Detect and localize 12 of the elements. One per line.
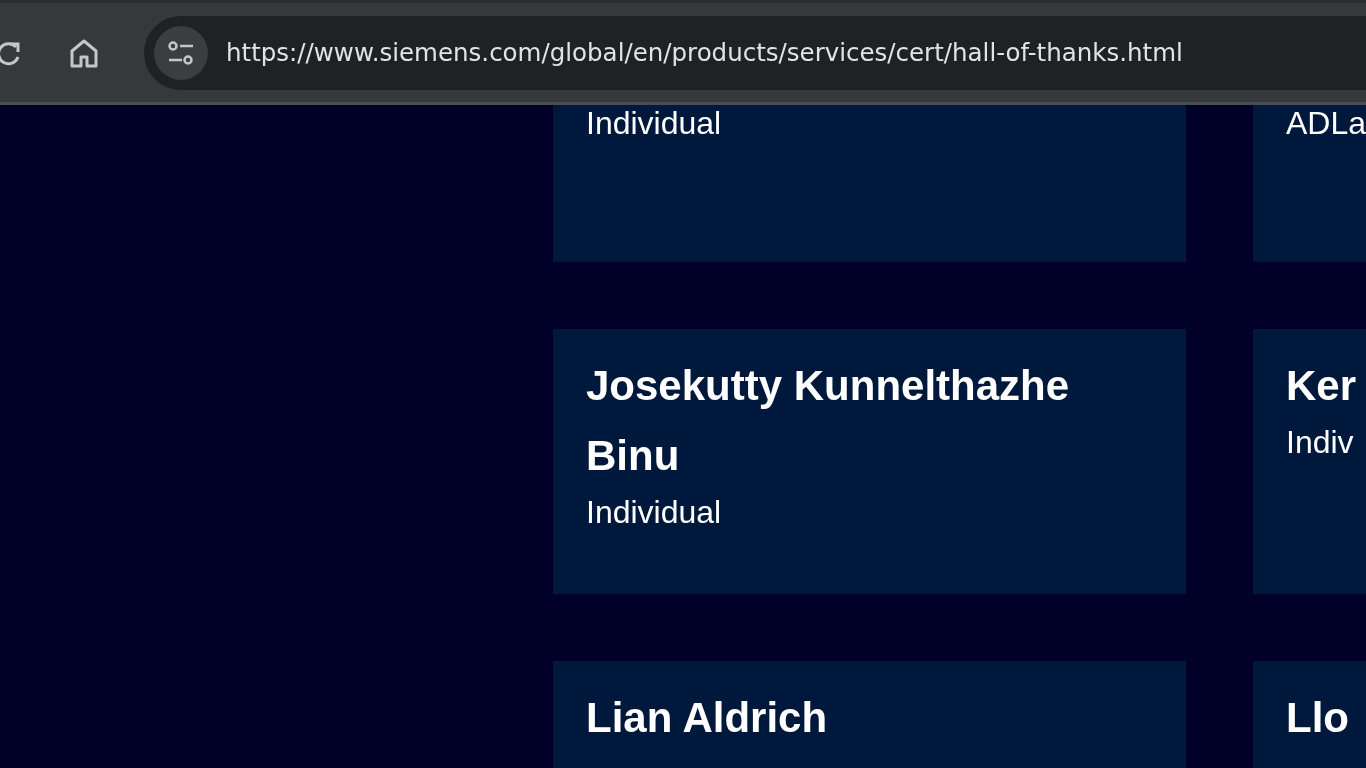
contributor-type: Individual [586,493,723,532]
site-info-button[interactable] [154,25,208,80]
person-name: Josekutty Kunnelthazhe Binu [586,361,1071,481]
address-bar[interactable]: https://www.siemens.com/global/en/products/services/cert/hall-of-thanks.html [144,15,1366,90]
contributor-type: Indiv [1286,423,1355,462]
person-name: Llo [1286,693,1350,743]
person-name: Lian Aldrich [586,693,829,743]
url-text: https://www.siemens.com/global/en/products/services/cert/hall-of-thanks.html [226,38,1183,67]
person-name: Ker [1286,361,1358,411]
contributor-type: ADLa [1286,105,1366,141]
contributor-type: Individual [586,105,723,141]
tune-icon [167,39,195,66]
